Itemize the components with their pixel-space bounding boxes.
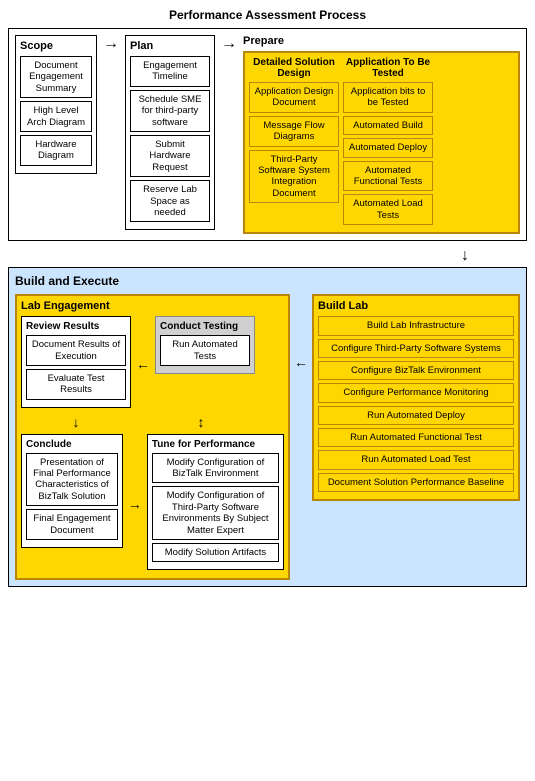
lab-engagement: Lab Engagement Review Results Document R…	[15, 294, 290, 580]
tune-box: Tune for Performance Modify Configuratio…	[147, 434, 284, 571]
arrow-lab-buildlab: ←	[294, 294, 308, 370]
review-item-1: Document Results of Execution	[26, 335, 126, 366]
detailed-item-1: Application Design Document	[249, 82, 339, 113]
arrow-scope-plan: →	[101, 35, 121, 53]
app-tested-item-5: Automated Load Tests	[343, 194, 433, 225]
detailed-label: Detailed Solution Design	[249, 57, 339, 79]
arrow-tune-conduct: →	[127, 434, 143, 575]
review-results-box: Review Results Document Results of Execu…	[21, 316, 131, 408]
plan-label: Plan	[130, 40, 210, 52]
conduct-item-1: Run Automated Tests	[160, 335, 250, 366]
build-lab-item-3: Configure BizTalk Environment	[318, 361, 514, 380]
scope-column: Scope Document Engagement Summary High L…	[15, 35, 97, 174]
build-lab-item-5: Run Automated Deploy	[318, 406, 514, 425]
detailed-design-column: Detailed Solution Design Application Des…	[249, 57, 339, 228]
arrow-review-down: ↓	[21, 414, 131, 430]
scope-item-1: Document Engagement Summary	[20, 56, 92, 98]
build-lab-label: Build Lab	[318, 300, 514, 312]
prepare-label: Prepare	[243, 35, 520, 47]
conclude-item-1: Presentation of Final Performance Charac…	[26, 453, 118, 507]
review-item-2: Evaluate Test Results	[26, 369, 126, 400]
arrow-plan-prepare: →	[219, 35, 239, 53]
prepare-section-wrapper: Prepare Detailed Solution Design Applica…	[243, 35, 520, 234]
prepare-section: Detailed Solution Design Application Des…	[243, 51, 520, 234]
lab-engagement-label: Lab Engagement	[21, 300, 284, 312]
detailed-item-3: Third-Party Software System Integration …	[249, 150, 339, 204]
review-results-col: Review Results Document Results of Execu…	[21, 316, 131, 412]
scope-label: Scope	[20, 40, 92, 52]
review-label: Review Results	[26, 321, 126, 332]
conclude-col: Conclude Presentation of Final Performan…	[21, 434, 123, 575]
build-lab: Build Lab Build Lab Infrastructure Confi…	[312, 294, 520, 501]
arrow-top-bottom: ↓	[8, 247, 527, 265]
scope-item-3: Hardware Diagram	[20, 135, 92, 166]
app-tested-item-4: Automated Functional Tests	[343, 161, 433, 192]
bottom-section: Build and Execute Lab Engagement Review …	[8, 267, 527, 587]
plan-item-1: Engagement Timeline	[130, 56, 210, 87]
app-tested-item-2: Automated Build	[343, 116, 433, 135]
build-lab-item-1: Build Lab Infrastructure	[318, 316, 514, 335]
page-title: Performance Assessment Process	[8, 8, 527, 22]
plan-item-2: Schedule SME for third-party software	[130, 90, 210, 132]
tune-item-1: Modify Configuration of BizTalk Environm…	[152, 453, 279, 484]
build-lab-item-8: Document Solution Performance Baseline	[318, 473, 514, 492]
arrow-conduct-down: ↕	[151, 414, 251, 430]
build-lab-item-2: Configure Third-Party Software Systems	[318, 339, 514, 358]
app-tested-item-3: Automated Deploy	[343, 138, 433, 157]
conduct-testing-col: Conduct Testing Run Automated Tests	[155, 316, 255, 412]
scope-item-2: High Level Arch Diagram	[20, 101, 92, 132]
tune-item-3: Modify Solution Artifacts	[152, 543, 279, 562]
conduct-label: Conduct Testing	[160, 321, 250, 332]
build-lab-item-4: Configure Performance Monitoring	[318, 383, 514, 402]
conduct-testing-box: Conduct Testing Run Automated Tests	[155, 316, 255, 374]
app-tested-label: Application To Be Tested	[343, 57, 433, 79]
tune-col: Tune for Performance Modify Configuratio…	[147, 434, 284, 575]
app-tested-item-1: Application bits to be Tested	[343, 82, 433, 113]
plan-item-4: Reserve Lab Space as needed	[130, 180, 210, 222]
conclude-box: Conclude Presentation of Final Performan…	[21, 434, 123, 548]
top-section: Scope Document Engagement Summary High L…	[8, 28, 527, 241]
app-tested-column: Application To Be Tested Application bit…	[343, 57, 433, 228]
plan-column: Plan Engagement Timeline Schedule SME fo…	[125, 35, 215, 230]
bottom-label: Build and Execute	[15, 274, 520, 288]
conclude-label: Conclude	[26, 439, 118, 450]
plan-item-3: Submit Hardware Request	[130, 135, 210, 177]
tune-label: Tune for Performance	[152, 439, 279, 450]
build-lab-item-6: Run Automated Functional Test	[318, 428, 514, 447]
build-lab-item-7: Run Automated Load Test	[318, 450, 514, 469]
arrow-conduct-review: ←	[135, 316, 151, 412]
conclude-item-2: Final Engagement Document	[26, 509, 118, 540]
detailed-item-2: Message Flow Diagrams	[249, 116, 339, 147]
tune-item-2: Modify Configuration of Third-Party Soft…	[152, 486, 279, 540]
